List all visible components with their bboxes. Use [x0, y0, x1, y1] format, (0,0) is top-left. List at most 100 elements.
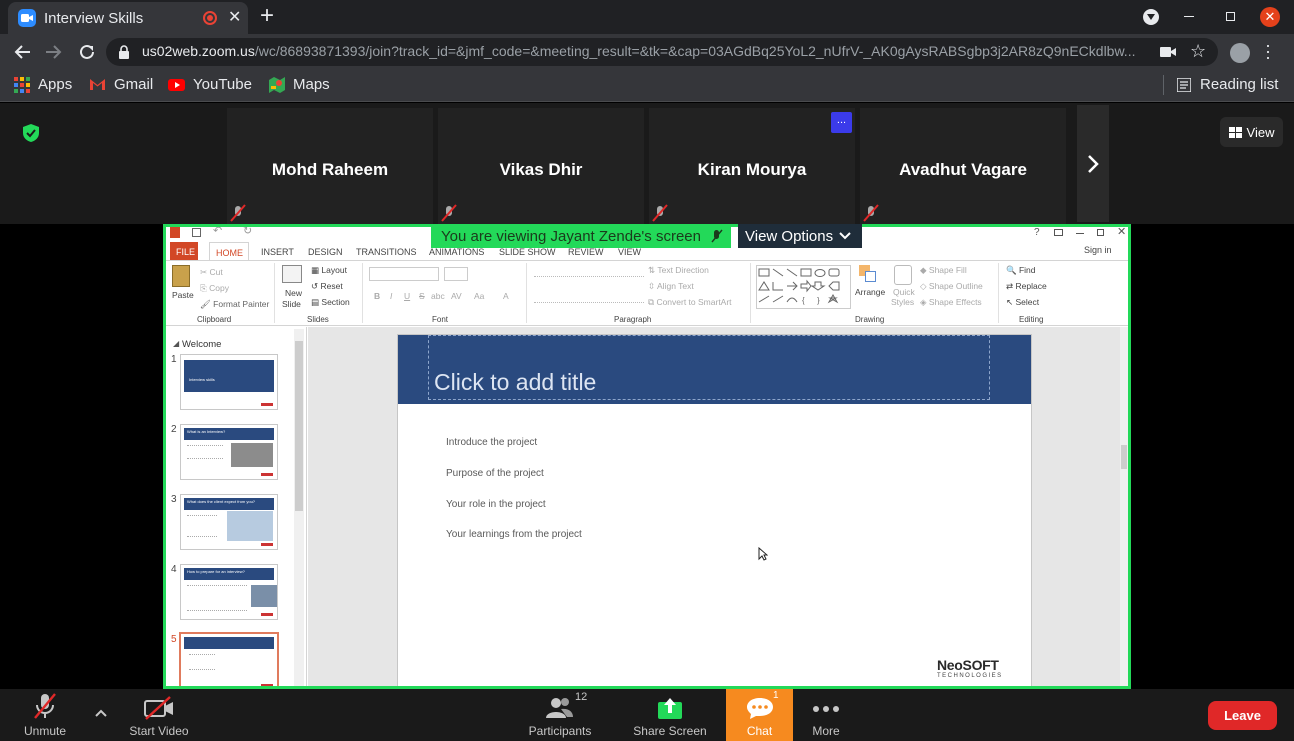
reset-button[interactable]: ↺ Reset — [311, 281, 343, 292]
participants-button[interactable]: Participants 12 — [525, 689, 595, 741]
section-button[interactable]: ▤ Section — [311, 297, 350, 308]
shape-outline-button[interactable]: ◇ Shape Outline — [920, 281, 983, 292]
chat-button[interactable]: Chat 1 — [726, 689, 793, 741]
spacing-button[interactable]: AV — [451, 291, 462, 301]
restore-icon[interactable] — [1226, 12, 1235, 21]
participant-tile[interactable]: Avadhut Vagare — [860, 108, 1066, 224]
ppt-restore-icon[interactable] — [1097, 229, 1104, 236]
slide-thumbnail-5[interactable] — [179, 632, 279, 686]
font-name-box[interactable] — [369, 267, 439, 281]
reading-list-button[interactable]: Reading list — [1177, 76, 1278, 93]
audio-options-chevron-up-icon[interactable] — [95, 709, 107, 717]
profile-avatar-icon[interactable] — [1230, 43, 1250, 63]
slide-thumbnail-3[interactable]: What does the client expect from you? — [180, 494, 278, 550]
thumbnails-scrollbar[interactable] — [294, 329, 304, 686]
undo-icon[interactable]: ↶ — [213, 227, 222, 237]
new-slide-button-2[interactable]: Slide — [282, 299, 301, 309]
more-button[interactable]: More — [802, 689, 850, 741]
leave-button[interactable]: Leave — [1208, 701, 1277, 730]
view-button[interactable]: View — [1220, 117, 1283, 147]
title-placeholder[interactable]: Click to add title — [428, 335, 990, 400]
strike-button[interactable]: S — [419, 291, 425, 301]
bullet-text[interactable]: Your learnings from the project — [446, 529, 582, 540]
section-collapse-icon[interactable]: ◢ — [173, 339, 179, 348]
slide-thumbnail-2[interactable]: What is an Interview? — [180, 424, 278, 480]
text-direction-button[interactable]: ⇅ Text Direction — [648, 265, 709, 276]
bold-button[interactable]: B — [374, 291, 380, 301]
align-buttons[interactable] — [534, 293, 644, 303]
save-icon[interactable] — [192, 228, 201, 237]
cut-button[interactable]: ✂ Cut — [200, 267, 223, 278]
start-video-button[interactable]: Start Video — [124, 689, 194, 741]
camera-icon[interactable] — [1160, 47, 1176, 57]
underline-button[interactable]: U — [404, 291, 410, 301]
tab-file[interactable]: FILE — [170, 242, 198, 260]
ribbon-display-icon[interactable] — [1054, 229, 1063, 236]
font-color-button[interactable]: A — [503, 291, 509, 301]
share-screen-button[interactable]: Share Screen — [630, 689, 710, 741]
case-button[interactable]: Aa — [474, 291, 484, 301]
italic-button[interactable]: I — [390, 291, 392, 301]
quick-styles-button[interactable]: Quick — [893, 287, 915, 297]
security-shield-icon[interactable] — [23, 124, 39, 142]
window-close-icon[interactable]: ✕ — [1260, 7, 1280, 27]
scrollbar-thumb[interactable] — [295, 341, 303, 511]
font-size-box[interactable] — [444, 267, 468, 281]
tab-search-icon[interactable] — [1143, 9, 1159, 25]
format-painter-button[interactable]: 🖌 Format Painter — [200, 299, 269, 310]
tab-view[interactable]: VIEW — [618, 247, 641, 257]
tile-more-button[interactable]: ... — [831, 112, 852, 133]
tab-animations[interactable]: ANIMATIONS — [429, 247, 484, 257]
find-button[interactable]: 🔍 Find — [1006, 265, 1036, 276]
bullet-text[interactable]: Your role in the project — [446, 499, 546, 510]
paste-button[interactable]: Paste — [172, 290, 194, 300]
browser-tab[interactable]: Interview Skills ✕ — [8, 2, 248, 34]
reload-icon[interactable] — [78, 43, 96, 61]
tab-transitions[interactable]: TRANSITIONS — [356, 247, 417, 257]
tab-review[interactable]: REVIEW — [568, 247, 604, 257]
new-slide-button[interactable]: New — [285, 288, 302, 298]
participant-tile[interactable]: Kiran Mourya ... — [649, 108, 855, 224]
help-icon[interactable]: ? — [1034, 227, 1040, 238]
bullet-text[interactable]: Purpose of the project — [446, 468, 544, 479]
editor-scrollbar-thumb[interactable] — [1121, 445, 1127, 469]
bullet-text[interactable]: Introduce the project — [446, 437, 537, 448]
tab-insert[interactable]: INSERT — [261, 247, 294, 257]
ppt-close-icon[interactable]: ✕ — [1117, 227, 1126, 238]
paste-icon[interactable] — [172, 265, 190, 287]
shadow-button[interactable]: abc — [431, 291, 445, 301]
sign-in-link[interactable]: Sign in — [1084, 245, 1112, 255]
bookmark-apps[interactable]: Apps — [14, 76, 72, 93]
close-tab-icon[interactable]: ✕ — [228, 7, 241, 27]
smartart-button[interactable]: ⧉ Convert to SmartArt — [648, 297, 732, 308]
forward-arrow-icon[interactable] — [45, 44, 63, 60]
shape-effects-button[interactable]: ◈ Shape Effects — [920, 297, 982, 308]
participant-tile[interactable]: Mohd Raheem — [227, 108, 433, 224]
back-arrow-icon[interactable] — [13, 44, 31, 60]
editor-scrollbar[interactable] — [1120, 327, 1128, 686]
bookmark-gmail[interactable]: Gmail — [89, 76, 153, 93]
tab-slideshow[interactable]: SLIDE SHOW — [499, 247, 556, 257]
new-tab-button[interactable]: + — [260, 2, 274, 30]
arrange-icon[interactable] — [859, 265, 877, 283]
address-bar[interactable]: us02web.zoom.us/wc/86893871393/join?trac… — [106, 38, 1218, 66]
tab-home[interactable]: HOME — [209, 242, 249, 261]
repeat-icon[interactable]: ↻ — [243, 227, 252, 237]
section-name[interactable]: Welcome — [182, 339, 221, 350]
bookmark-star-icon[interactable]: ☆ — [1190, 41, 1206, 62]
ppt-minimize-icon[interactable] — [1076, 233, 1084, 234]
minimize-icon[interactable] — [1184, 16, 1194, 17]
bookmark-maps[interactable]: Maps — [269, 76, 330, 93]
view-options-button[interactable]: View Options — [738, 224, 862, 248]
next-page-button[interactable] — [1077, 105, 1109, 222]
tab-design[interactable]: DESIGN — [308, 247, 343, 257]
slide-thumbnail-4[interactable]: How to prepare for an interview? — [180, 564, 278, 620]
align-text-button[interactable]: ⇳ Align Text — [648, 281, 694, 292]
select-button[interactable]: ↖ Select — [1006, 297, 1039, 308]
browser-menu-icon[interactable]: · · · — [1265, 36, 1271, 66]
arrange-button[interactable]: Arrange — [855, 287, 885, 297]
new-slide-icon[interactable] — [282, 265, 302, 283]
copy-button[interactable]: ⎘ Copy — [200, 283, 229, 294]
replace-button[interactable]: ⇄ Replace — [1006, 281, 1047, 292]
bookmark-youtube[interactable]: YouTube — [168, 76, 252, 93]
